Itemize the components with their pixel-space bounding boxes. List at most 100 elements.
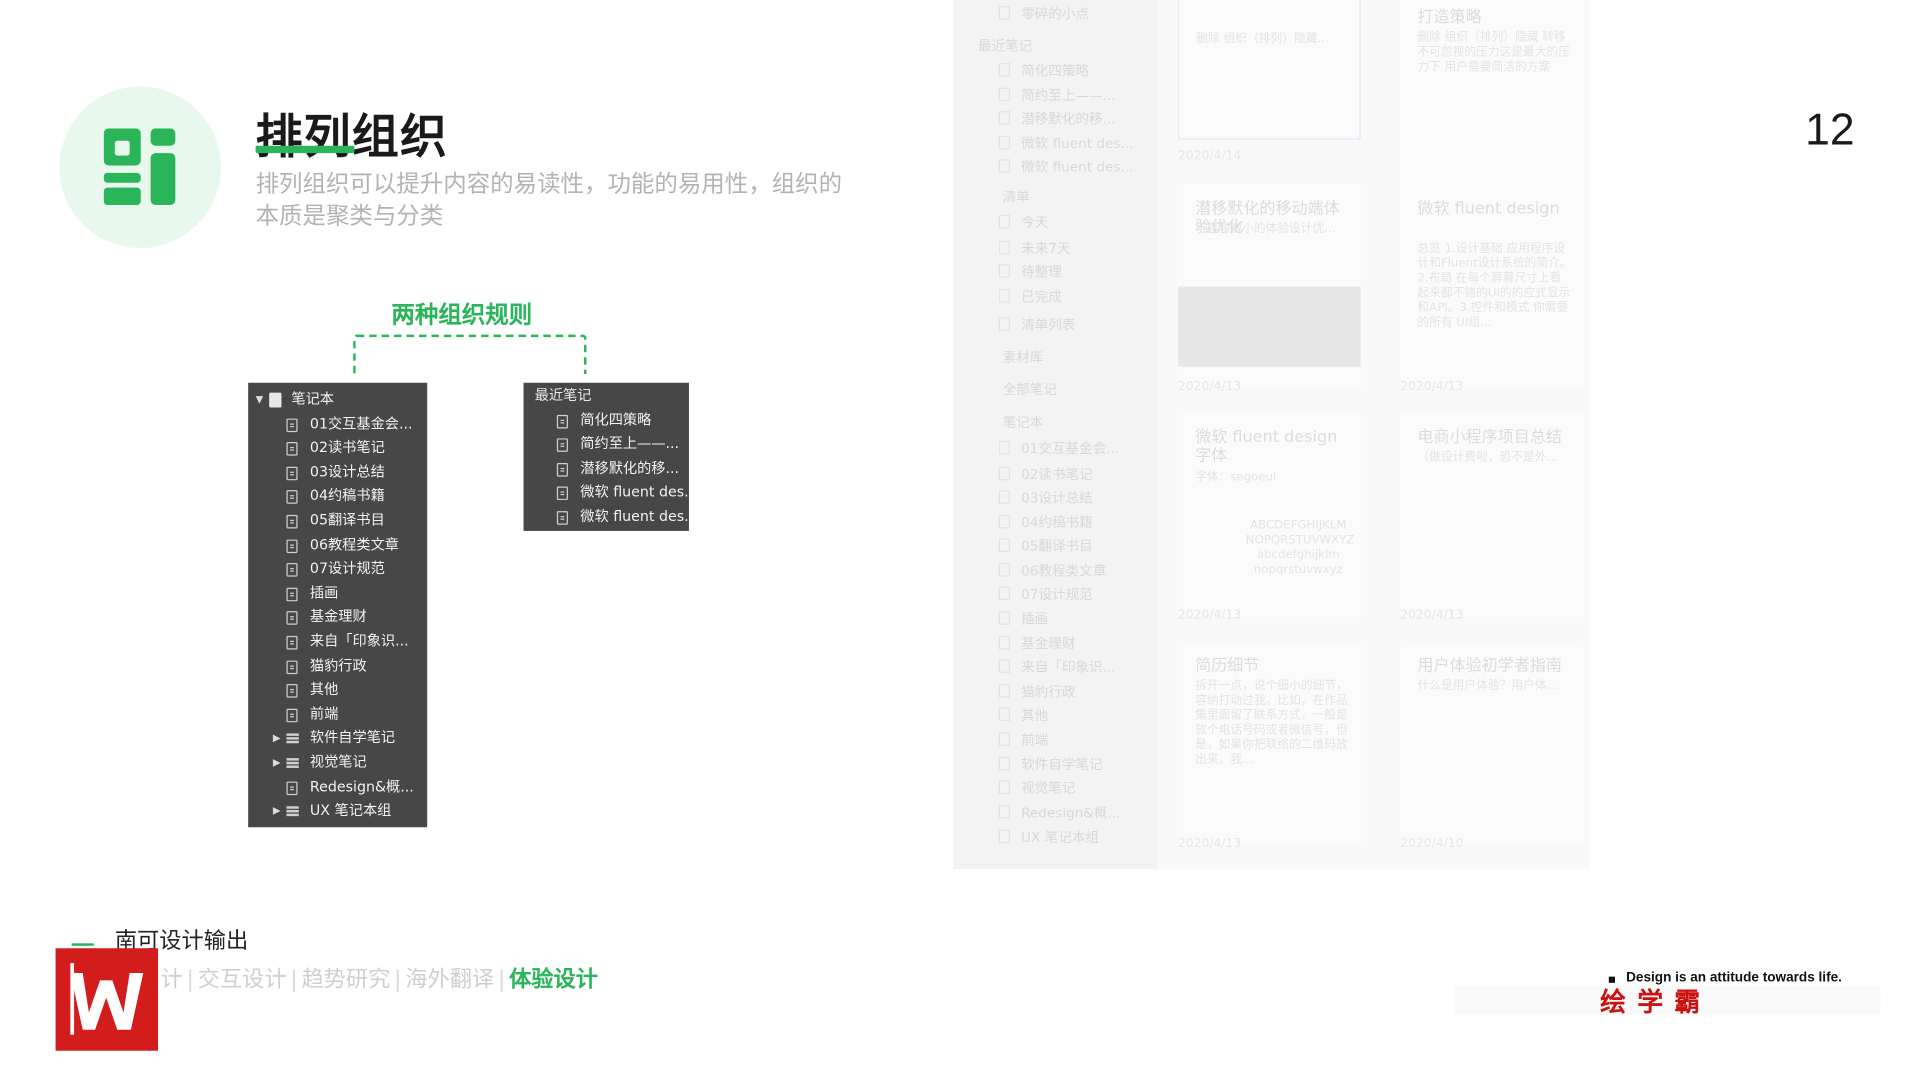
diagram-title: 两种组织规则 xyxy=(391,301,533,329)
recent-note-item-label: 简约至上——... xyxy=(580,434,680,453)
note-icon xyxy=(998,780,1010,794)
note-icon xyxy=(998,732,1010,746)
notebook-tree-item[interactable]: 01交互基金会... xyxy=(248,412,427,436)
background-note-card-date: 2020/4/13 xyxy=(1400,380,1464,394)
chevron-down-icon[interactable]: ▼ xyxy=(256,388,264,412)
note-icon xyxy=(998,111,1010,125)
background-sidebar-item: 微软 fluent des... xyxy=(1021,159,1134,176)
notebook-tree-item[interactable]: 07设计规范 xyxy=(248,557,427,581)
notebook-tree-item-label: 06教程类文章 xyxy=(309,535,399,553)
chevron-right-icon[interactable]: ▶ xyxy=(273,726,281,750)
nav-separator: | xyxy=(497,966,506,993)
recent-notes-header-label: 最近笔记 xyxy=(534,386,592,404)
chevron-right-icon[interactable]: ▶ xyxy=(273,799,281,823)
background-sidebar-item: 07设计规范 xyxy=(1021,586,1093,603)
notebook-tree-item[interactable]: 05翻译书目 xyxy=(248,509,427,533)
nav-separator: | xyxy=(290,966,298,993)
footer-nav-item[interactable]: 体验设计 xyxy=(509,967,598,993)
notebook-tree-item-label: 02读书笔记 xyxy=(309,438,385,456)
notebook-tree-item[interactable]: 插画 xyxy=(248,581,427,605)
notebook-tree-item-label: 05翻译书目 xyxy=(309,511,385,529)
page-title: 排列组织 xyxy=(255,109,449,165)
recent-note-item[interactable]: 微软 fluent des... xyxy=(524,505,689,529)
footer-nav-item[interactable]: 交互设计 xyxy=(198,967,287,993)
notebook-tree-item-label: 来自「印象识... xyxy=(309,632,409,650)
note-icon xyxy=(286,539,298,553)
notebook-tree-item[interactable]: 猫豹行政 xyxy=(248,654,427,678)
notebook-tree-item[interactable]: Redesign&概... xyxy=(248,775,427,799)
note-icon xyxy=(286,490,298,505)
recent-note-item[interactable]: 简化四策略 xyxy=(524,408,689,432)
footer-nav-item[interactable]: 计 xyxy=(161,967,183,993)
notebook-tree-item[interactable]: 来自「印象识... xyxy=(248,630,427,654)
notebook-tree-item[interactable]: 基金理财 xyxy=(248,605,427,629)
notebook-tree-item-label: 04约稿书籍 xyxy=(309,486,385,505)
footer-nav-item[interactable]: 海外翻译 xyxy=(405,967,494,993)
background-note-card-desc: 删除 组织（排列）隐藏... xyxy=(1196,32,1329,46)
note-icon xyxy=(998,87,1010,102)
notebook-tree-item-label: Redesign&概... xyxy=(309,777,414,795)
background-sidebar-item: Redesign&概... xyxy=(1021,805,1121,822)
note-icon xyxy=(998,264,1010,278)
notebook-tree-item[interactable]: ▶ 软件自学笔记 xyxy=(248,726,427,750)
stack-icon xyxy=(286,757,299,768)
background-sidebar-item: 06教程类文章 xyxy=(1021,563,1107,580)
brand-logo xyxy=(55,948,159,1051)
background-sidebar-item: 全部笔记 xyxy=(1002,381,1057,398)
note-icon xyxy=(998,159,1010,173)
title-underline xyxy=(255,145,355,154)
background-sidebar-item: 最近笔记 xyxy=(977,38,1033,55)
notebook-tree-item[interactable]: 其他 xyxy=(248,678,427,702)
notebook-tree-item-label: 其他 xyxy=(309,680,339,698)
notebook-tree-item-label: 前端 xyxy=(309,704,339,722)
note-icon xyxy=(286,611,298,626)
recent-notes-header[interactable]: 最近笔记 xyxy=(524,384,689,408)
notebook-tree-item[interactable]: 03设计总结 xyxy=(248,460,427,484)
notebook-tree-item-label: UX 笔记本组 xyxy=(309,801,392,819)
note-icon xyxy=(286,418,298,432)
notebook-root-row[interactable]: ▼ 笔记本 xyxy=(248,388,427,412)
section-icon-badge xyxy=(59,86,222,249)
footer-nav-item[interactable]: 趋势研究 xyxy=(301,967,390,993)
note-icon xyxy=(286,708,298,722)
background-sidebar-item: 待整理 xyxy=(1021,264,1062,281)
note-icon xyxy=(998,707,1010,722)
nav-separator: | xyxy=(394,966,402,993)
background-note-card-date: 2020/4/13 xyxy=(1177,837,1242,851)
notebook-tree-item[interactable]: 02读书笔记 xyxy=(248,436,427,460)
background-note-card-title: 打造策略 xyxy=(1417,8,1482,28)
background-sidebar-item: 基金理财 xyxy=(1021,635,1076,652)
background-note-card-date: 2020/4/10 xyxy=(1400,837,1464,851)
note-icon xyxy=(556,486,568,501)
background-sidebar: 零碎的小点 最近笔记 简化四策略 简约至上——... 潜移默化的移... 微软 fluen… xyxy=(953,0,1157,870)
background-sidebar-item: 其他 xyxy=(1021,707,1049,724)
background-sidebar-item: 02读书笔记 xyxy=(1021,466,1093,483)
chevron-right-icon[interactable]: ▶ xyxy=(273,751,281,775)
notebook-tree-item[interactable]: ▶ 视觉笔记 xyxy=(248,751,427,775)
recent-note-item[interactable]: 微软 fluent des... xyxy=(524,481,689,505)
recent-note-item-label: 潜移默化的移... xyxy=(580,459,680,477)
notebook-root-label: 笔记本 xyxy=(291,390,334,408)
note-icon xyxy=(998,684,1010,698)
watermark: 绘学霸 xyxy=(1600,987,1712,1018)
notebook-icon xyxy=(269,392,282,408)
notebook-tree-item[interactable]: ▶ UX 笔记本组 xyxy=(248,799,427,823)
notebook-tree-item[interactable]: 06教程类文章 xyxy=(248,533,427,557)
page-number: 12 xyxy=(1805,103,1855,155)
background-note-card-desc: 不容易微小的体验设计优... xyxy=(1195,222,1336,236)
note-icon xyxy=(998,6,1010,20)
note-icon xyxy=(998,635,1010,650)
note-icon xyxy=(286,514,298,529)
recent-note-item[interactable]: 简约至上——... xyxy=(524,432,689,456)
note-icon xyxy=(998,563,1010,577)
notebook-tree-item[interactable]: 04约稿书籍 xyxy=(248,484,427,508)
note-icon xyxy=(998,135,1010,150)
notebook-tree-item[interactable]: 前端 xyxy=(248,702,427,726)
notebook-tree-item-label: 猫豹行政 xyxy=(309,656,367,674)
recent-note-item[interactable]: 潜移默化的移... xyxy=(524,457,689,481)
note-icon xyxy=(286,684,298,698)
note-icon xyxy=(998,611,1010,625)
background-note-card: 简历细节 拆开一点，说个细小的细节，容纳打动过我。比如，在作品集里面留了联系方式，… xyxy=(1177,642,1361,846)
note-icon xyxy=(998,240,1010,255)
background-note-card-desc: （做设计费啦，恐不是外... xyxy=(1417,450,1558,465)
